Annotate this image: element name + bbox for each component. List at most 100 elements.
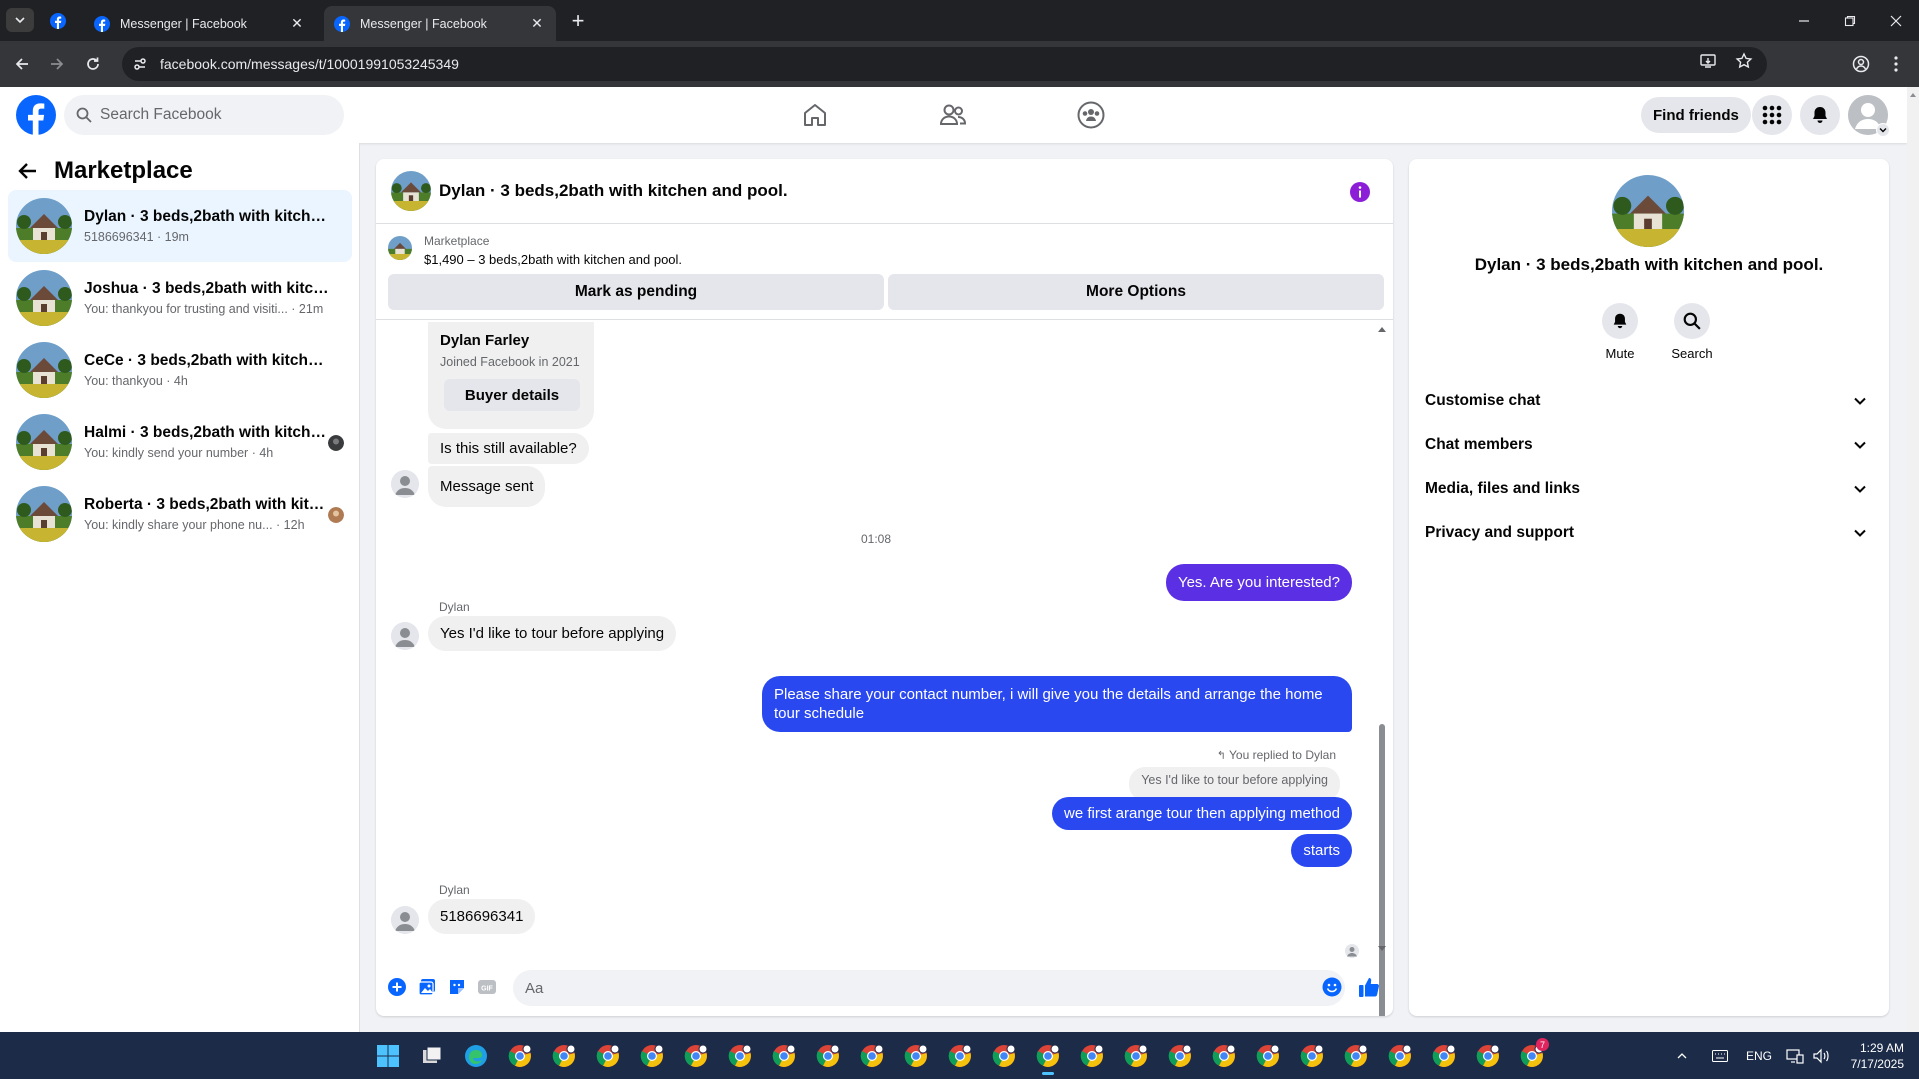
conversation-item[interactable]: Roberta · 3 beds,2bath with kitc... You:… (8, 478, 352, 550)
chrome-icon (1300, 1044, 1324, 1067)
reload-button[interactable] (81, 52, 105, 76)
section-media-files-links[interactable]: Media, files and links (1425, 467, 1873, 511)
more-actions-button[interactable] (386, 976, 408, 998)
attach-photo-button[interactable] (416, 976, 438, 998)
site-info-icon[interactable] (126, 50, 154, 78)
back-arrow-icon[interactable] (18, 161, 38, 181)
section-customise-chat[interactable]: Customise chat (1425, 379, 1873, 423)
section-chat-members[interactable]: Chat members (1425, 423, 1873, 467)
chrome-taskbar-icon[interactable] (1430, 1042, 1458, 1070)
volume-tray-icon[interactable] (1812, 1032, 1830, 1079)
thread-scrollbar[interactable] (1376, 324, 1388, 1016)
chat-avatar[interactable] (391, 171, 431, 211)
conversation-item[interactable]: Joshua · 3 beds,2bath with kitchen... Yo… (8, 262, 352, 334)
chrome-taskbar-icon[interactable] (990, 1042, 1018, 1070)
chrome-taskbar-icon[interactable] (770, 1042, 798, 1070)
chrome-taskbar-icon[interactable] (1342, 1042, 1370, 1070)
home-nav-button[interactable] (795, 97, 835, 133)
mute-button[interactable]: Mute (1590, 303, 1650, 361)
close-window-button[interactable] (1873, 0, 1919, 41)
mark-as-pending-button[interactable]: Mark as pending (388, 274, 884, 310)
chrome-taskbar-icon[interactable] (1078, 1042, 1106, 1070)
chevron-down-icon (1854, 397, 1866, 405)
task-view-icon (423, 1046, 442, 1063)
chrome-taskbar-icon[interactable] (1210, 1042, 1238, 1070)
facebook-logo-icon[interactable] (16, 95, 56, 135)
emoji-button[interactable] (1321, 976, 1343, 998)
chrome-taskbar-icon[interactable] (1122, 1042, 1150, 1070)
keyboard-tray-icon[interactable] (1712, 1032, 1728, 1079)
notifications-button[interactable] (1800, 95, 1840, 135)
facebook-search-input[interactable]: Search Facebook (64, 95, 344, 135)
chrome-taskbar-icon[interactable] (594, 1042, 622, 1070)
quoted-message[interactable]: Yes I'd like to tour before applying (1129, 767, 1340, 801)
chrome-taskbar-icon[interactable] (1386, 1042, 1414, 1070)
like-send-button[interactable] (1358, 976, 1380, 998)
listing-title[interactable]: $1,490 – 3 beds,2bath with kitchen and p… (424, 252, 682, 267)
chrome-taskbar-icon[interactable] (814, 1042, 842, 1070)
minimize-button[interactable] (1781, 0, 1827, 41)
chrome-taskbar-icon[interactable] (682, 1042, 710, 1070)
address-bar[interactable]: facebook.com/messages/t/1000199105324534… (122, 47, 1767, 81)
account-dropdown-icon[interactable] (1876, 123, 1890, 137)
gif-button[interactable]: GIF (476, 976, 498, 998)
tab-search-button[interactable] (6, 8, 34, 32)
groups-nav-button[interactable] (1071, 97, 1111, 133)
new-tab-button[interactable]: + (566, 8, 590, 33)
outgoing-message: we first arange tour then applying metho… (1052, 797, 1352, 830)
chrome-icon (684, 1044, 708, 1067)
restore-button[interactable] (1827, 0, 1873, 41)
search-in-conversation-button[interactable]: Search (1662, 303, 1722, 361)
task-view-button[interactable] (418, 1042, 446, 1070)
browser-tab-2[interactable]: Messenger | Facebook ✕ (324, 6, 556, 41)
chrome-taskbar-icon[interactable] (550, 1042, 578, 1070)
message-input[interactable]: Aa (513, 970, 1345, 1006)
chrome-taskbar-icon[interactable] (1474, 1042, 1502, 1070)
browser-tab-1[interactable]: Messenger | Facebook ✕ (84, 6, 316, 41)
chrome-taskbar-icon[interactable] (902, 1042, 930, 1070)
install-app-icon[interactable] (1699, 52, 1717, 70)
chrome-icon (772, 1044, 796, 1067)
clock[interactable]: 1:29 AM 7/17/2025 (1846, 1032, 1904, 1079)
buyer-details-button[interactable]: Buyer details (444, 379, 580, 411)
bookmark-star-icon[interactable] (1735, 52, 1753, 70)
close-tab-icon[interactable]: ✕ (528, 15, 546, 33)
chrome-taskbar-icon[interactable] (506, 1042, 534, 1070)
menu-button[interactable] (1752, 95, 1792, 135)
profile-button[interactable] (1849, 52, 1873, 76)
friends-icon (939, 104, 967, 125)
chat-title[interactable]: Dylan · 3 beds,2bath with kitchen and po… (439, 181, 788, 201)
chrome-taskbar-icon[interactable] (726, 1042, 754, 1070)
chrome-taskbar-icon[interactable] (1034, 1042, 1062, 1075)
sender-label: Dylan (439, 883, 470, 897)
forward-button[interactable] (45, 52, 69, 76)
conversation-item[interactable]: Halmi · 3 beds,2bath with kitche... You:… (8, 406, 352, 478)
find-friends-button[interactable]: Find friends (1641, 97, 1751, 133)
section-privacy-support[interactable]: Privacy and support (1425, 511, 1873, 555)
network-tray-icon[interactable] (1786, 1032, 1804, 1079)
start-button[interactable] (374, 1042, 402, 1070)
back-button[interactable] (10, 52, 34, 76)
edge-taskbar-icon[interactable] (462, 1042, 490, 1070)
close-tab-icon[interactable]: ✕ (288, 15, 306, 33)
show-hidden-icons[interactable] (1676, 1032, 1688, 1079)
friends-nav-button[interactable] (933, 97, 973, 133)
chrome-taskbar-icon[interactable] (1166, 1042, 1194, 1070)
chrome-taskbar-icon[interactable] (638, 1042, 666, 1070)
browser-menu-button[interactable] (1884, 52, 1908, 76)
more-options-button[interactable]: More Options (888, 274, 1384, 310)
chrome-taskbar-icon[interactable] (1254, 1042, 1282, 1070)
sidebar-header: Marketplace (18, 157, 193, 185)
sticker-button[interactable] (446, 976, 468, 998)
seen-avatar (328, 435, 344, 451)
chrome-taskbar-icon[interactable] (1298, 1042, 1326, 1070)
chrome-taskbar-icon[interactable] (946, 1042, 974, 1070)
page-scrollbar[interactable] (1907, 87, 1919, 1032)
chrome-taskbar-icon[interactable] (858, 1042, 886, 1070)
conversation-item[interactable]: Dylan · 3 beds,2bath with kitchen ... 51… (8, 190, 352, 262)
conversation-item[interactable]: CeCe · 3 beds,2bath with kitchen a... Yo… (8, 334, 352, 406)
chrome-taskbar-icon[interactable]: 7 (1518, 1038, 1549, 1070)
language-indicator[interactable]: ENG (1746, 1032, 1772, 1079)
info-icon[interactable] (1349, 181, 1371, 203)
pinned-tab-facebook[interactable] (46, 9, 70, 33)
